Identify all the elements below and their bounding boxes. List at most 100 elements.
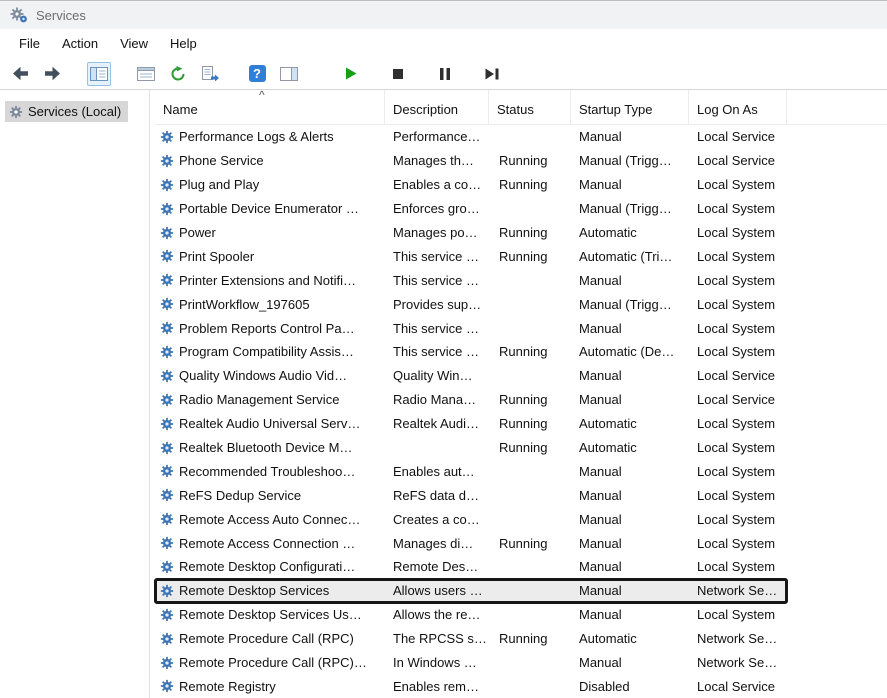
help-icon: ? xyxy=(249,65,266,82)
service-gear-icon xyxy=(160,488,174,502)
properties-button[interactable] xyxy=(134,62,158,86)
service-gear-icon xyxy=(160,369,174,383)
column-header-description[interactable]: Description xyxy=(385,90,489,125)
menu-action[interactable]: Action xyxy=(51,31,109,56)
menu-file[interactable]: File xyxy=(8,31,51,56)
table-row[interactable]: Remote Access Auto Connec… Creates a co…… xyxy=(155,507,787,531)
service-log-on-as: Local System xyxy=(689,440,787,455)
column-header-status[interactable]: Status xyxy=(489,90,571,125)
menu-help[interactable]: Help xyxy=(159,31,208,56)
service-name: Remote Procedure Call (RPC) xyxy=(179,631,354,646)
services-rows: Performance Logs & Alerts Performance… M… xyxy=(155,125,787,698)
service-startup-type: Manual (Trigg… xyxy=(571,201,689,216)
table-row[interactable]: Phone Service Manages th… Running Manual… xyxy=(155,149,787,173)
service-name: PrintWorkflow_197605 xyxy=(179,297,310,312)
service-log-on-as: Local System xyxy=(689,344,787,359)
service-name: ReFS Dedup Service xyxy=(179,488,301,503)
service-description: Manages po… xyxy=(385,225,489,240)
table-row[interactable]: Program Compatibility Assis… This servic… xyxy=(155,340,787,364)
forward-button[interactable] xyxy=(40,62,64,86)
table-row[interactable]: Problem Reports Control Pa… This service… xyxy=(155,316,787,340)
show-action-pane-button[interactable] xyxy=(277,62,301,86)
service-log-on-as: Local System xyxy=(689,225,787,240)
service-gear-icon xyxy=(160,464,174,478)
service-gear-icon xyxy=(160,512,174,526)
service-status: Running xyxy=(489,344,571,359)
table-row[interactable]: Remote Desktop Configurati… Remote Des… … xyxy=(155,555,787,579)
start-service-button[interactable] xyxy=(339,62,363,86)
table-row[interactable]: Realtek Bluetooth Device M… Running Auto… xyxy=(155,436,787,460)
service-gear-icon xyxy=(160,321,174,335)
service-description: This service … xyxy=(385,273,489,288)
table-row[interactable]: Print Spooler This service … Running Aut… xyxy=(155,244,787,268)
table-row[interactable]: Plug and Play Enables a co… Running Manu… xyxy=(155,173,787,197)
service-gear-icon xyxy=(160,536,174,550)
pause-service-button[interactable] xyxy=(433,62,457,86)
table-row[interactable]: Remote Procedure Call (RPC) The RPCSS s…… xyxy=(155,627,787,651)
service-status: Running xyxy=(489,392,571,407)
refresh-button[interactable] xyxy=(166,62,190,86)
column-header-name[interactable]: ^ Name xyxy=(155,90,385,125)
sidebar-item-services-local[interactable]: Services (Local) xyxy=(5,101,128,122)
service-startup-type: Manual xyxy=(571,321,689,336)
service-startup-type: Manual xyxy=(571,177,689,192)
table-row[interactable]: Performance Logs & Alerts Performance… M… xyxy=(155,125,787,149)
service-log-on-as: Local System xyxy=(689,177,787,192)
table-row[interactable]: Remote Procedure Call (RPC)… In Windows … xyxy=(155,651,787,675)
stop-service-button[interactable] xyxy=(386,62,410,86)
service-startup-type: Automatic (De… xyxy=(571,344,689,359)
service-startup-type: Manual (Trigg… xyxy=(571,297,689,312)
service-description: In Windows … xyxy=(385,655,489,670)
table-row[interactable]: ReFS Dedup Service ReFS data d… Manual L… xyxy=(155,483,787,507)
column-header-startup-type[interactable]: Startup Type xyxy=(571,90,689,125)
service-log-on-as: Local System xyxy=(689,321,787,336)
service-name: Remote Access Connection … xyxy=(179,536,355,551)
table-row[interactable]: PrintWorkflow_197605 Provides sup… Manua… xyxy=(155,292,787,316)
menu-view[interactable]: View xyxy=(109,31,159,56)
service-name: Radio Management Service xyxy=(179,392,339,407)
service-startup-type: Manual xyxy=(571,655,689,670)
service-name: Problem Reports Control Pa… xyxy=(179,321,355,336)
table-row[interactable]: Remote Desktop Services Us… Allows the r… xyxy=(155,603,787,627)
table-row[interactable]: Remote Desktop Services Allows users … M… xyxy=(155,579,787,603)
service-name: Remote Desktop Services xyxy=(179,583,329,598)
table-row[interactable]: Printer Extensions and Notifi… This serv… xyxy=(155,268,787,292)
back-button[interactable] xyxy=(8,62,32,86)
services-window: Services File Action View Help xyxy=(0,0,887,698)
service-name: Phone Service xyxy=(179,153,264,168)
service-description: Radio Mana… xyxy=(385,392,489,407)
service-startup-type: Manual xyxy=(571,129,689,144)
service-name: Remote Procedure Call (RPC)… xyxy=(179,655,367,670)
table-row[interactable]: Portable Device Enumerator … Enforces gr… xyxy=(155,197,787,221)
column-header-label: Startup Type xyxy=(579,102,652,117)
service-log-on-as: Local Service xyxy=(689,129,787,144)
service-name: Print Spooler xyxy=(179,249,254,264)
service-description: Remote Des… xyxy=(385,559,489,574)
show-console-tree-button[interactable] xyxy=(87,62,111,86)
table-row[interactable]: Radio Management Service Radio Mana… Run… xyxy=(155,388,787,412)
table-row[interactable]: Power Manages po… Running Automatic Loca… xyxy=(155,221,787,245)
table-row[interactable]: Quality Windows Audio Vid… Quality Win… … xyxy=(155,364,787,388)
table-row[interactable]: Recommended Troubleshoo… Enables aut… Ma… xyxy=(155,459,787,483)
service-name: Remote Registry xyxy=(179,679,276,694)
service-description: This service … xyxy=(385,249,489,264)
service-gear-icon xyxy=(160,441,174,455)
column-header-log-on-as[interactable]: Log On As xyxy=(689,90,787,125)
service-gear-icon xyxy=(160,297,174,311)
restart-service-button[interactable] xyxy=(480,62,504,86)
export-list-button[interactable] xyxy=(198,62,222,86)
service-status: Running xyxy=(489,536,571,551)
table-row[interactable]: Realtek Audio Universal Serv… Realtek Au… xyxy=(155,412,787,436)
service-description: This service … xyxy=(385,321,489,336)
service-description: Enables rem… xyxy=(385,679,489,694)
service-name: Plug and Play xyxy=(179,177,259,192)
table-row[interactable]: Remote Registry Enables rem… Disabled Lo… xyxy=(155,674,787,698)
help-button[interactable]: ? xyxy=(245,62,269,86)
service-gear-icon xyxy=(160,560,174,574)
services-list-pane: ^ Name Description Status Startup Type L… xyxy=(155,90,887,698)
service-gear-icon xyxy=(160,202,174,216)
table-row[interactable]: Remote Access Connection … Manages di… R… xyxy=(155,531,787,555)
service-log-on-as: Network Se… xyxy=(689,583,787,598)
service-description: This service … xyxy=(385,344,489,359)
service-startup-type: Automatic xyxy=(571,440,689,455)
